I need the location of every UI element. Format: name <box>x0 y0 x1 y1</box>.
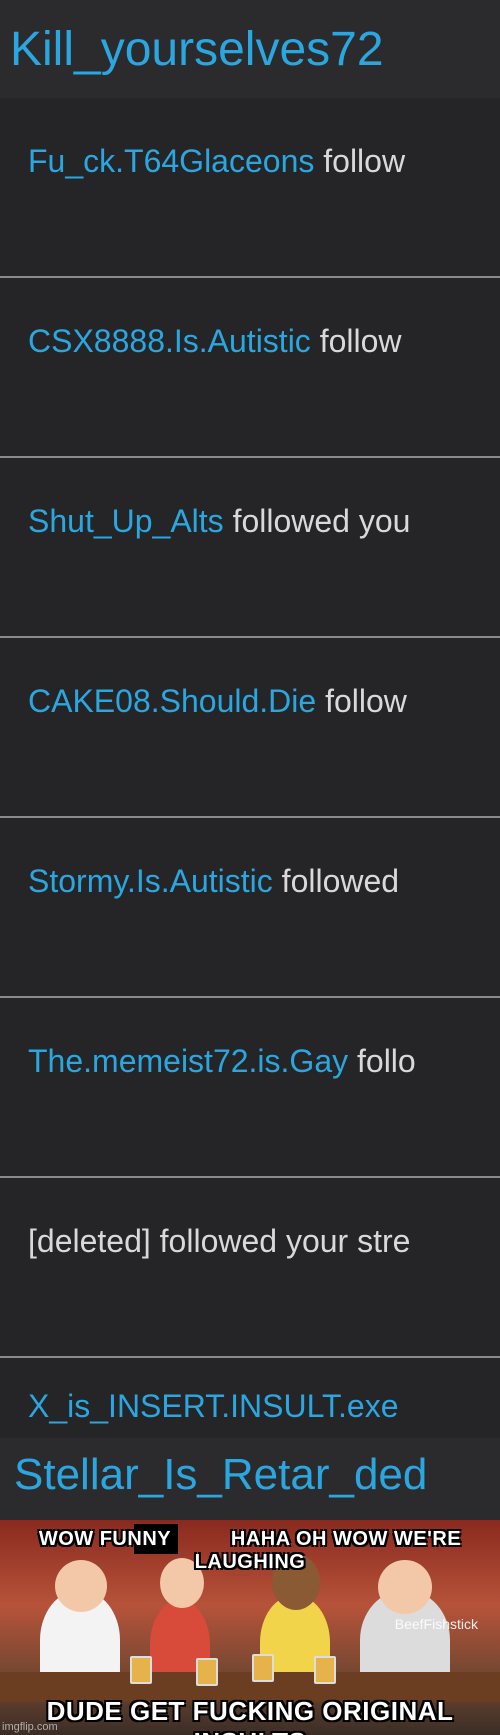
notification-text: followed you <box>232 503 411 539</box>
notification-text: [deleted] followed your stre <box>28 1223 411 1259</box>
username-link[interactable]: The.memeist72.is.Gay <box>28 1043 348 1079</box>
beer-mug-icon <box>252 1654 274 1682</box>
beer-mug-icon <box>196 1658 218 1686</box>
notification-row[interactable]: [deleted] followed your stre <box>0 1178 500 1358</box>
notification-text: follow <box>325 683 407 719</box>
username-link[interactable]: X_is_INSERT.INSULT.exe <box>28 1388 399 1424</box>
username-link[interactable]: Stormy.Is.Autistic <box>28 863 273 899</box>
beer-mug-icon <box>130 1656 152 1684</box>
notification-row[interactable]: X_is_INSERT.INSULT.exe <box>0 1358 500 1438</box>
notification-row[interactable]: CSX8888.Is.Autistic follow <box>0 278 500 458</box>
username-link[interactable]: Fu_ck.T64Glaceons <box>28 143 314 179</box>
site-watermark: imgflip.com <box>2 1721 58 1733</box>
meme-top-caption: WOW FUNNY HAHA OH WOW WE'RE LAUGHING <box>0 1528 500 1574</box>
notification-row[interactable]: Shut_Up_Alts followed you <box>0 458 500 638</box>
username-link[interactable]: Shut_Up_Alts <box>28 503 224 539</box>
notification-text: follow <box>319 323 402 359</box>
beer-mug-icon <box>314 1656 336 1684</box>
meme-bottom-caption: DUDE GET FUCKING ORIGINAL INSULTS <box>46 1696 454 1735</box>
username-link[interactable]: CSX8888.Is.Autistic <box>28 323 311 359</box>
page-title: Kill_yourselves72 <box>10 23 384 76</box>
username-link[interactable]: CAKE08.Should.Die <box>28 683 316 719</box>
notification-text: follo <box>357 1043 416 1079</box>
meme-top-left-text: WOW FUNNY <box>38 1528 171 1550</box>
notification-text: follow <box>323 143 406 179</box>
meme-watermark: BeefFishstick <box>394 1616 478 1632</box>
notification-text: followed <box>281 863 400 899</box>
notification-row[interactable]: Stormy.Is.Autistic followed <box>0 818 500 998</box>
meme-image: WOW FUNNY HAHA OH WOW WE'RE LAUGHING Bee… <box>0 1520 500 1735</box>
footer-title: Stellar_Is_Retar_ded <box>14 1450 428 1499</box>
notification-row[interactable]: Fu_ck.T64Glaceons follow <box>0 98 500 278</box>
notification-row[interactable]: The.memeist72.is.Gay follo <box>0 998 500 1178</box>
notification-row[interactable]: CAKE08.Should.Die follow <box>0 638 500 818</box>
meme-top-right-text: HAHA OH WOW WE'RE LAUGHING <box>194 1528 462 1573</box>
